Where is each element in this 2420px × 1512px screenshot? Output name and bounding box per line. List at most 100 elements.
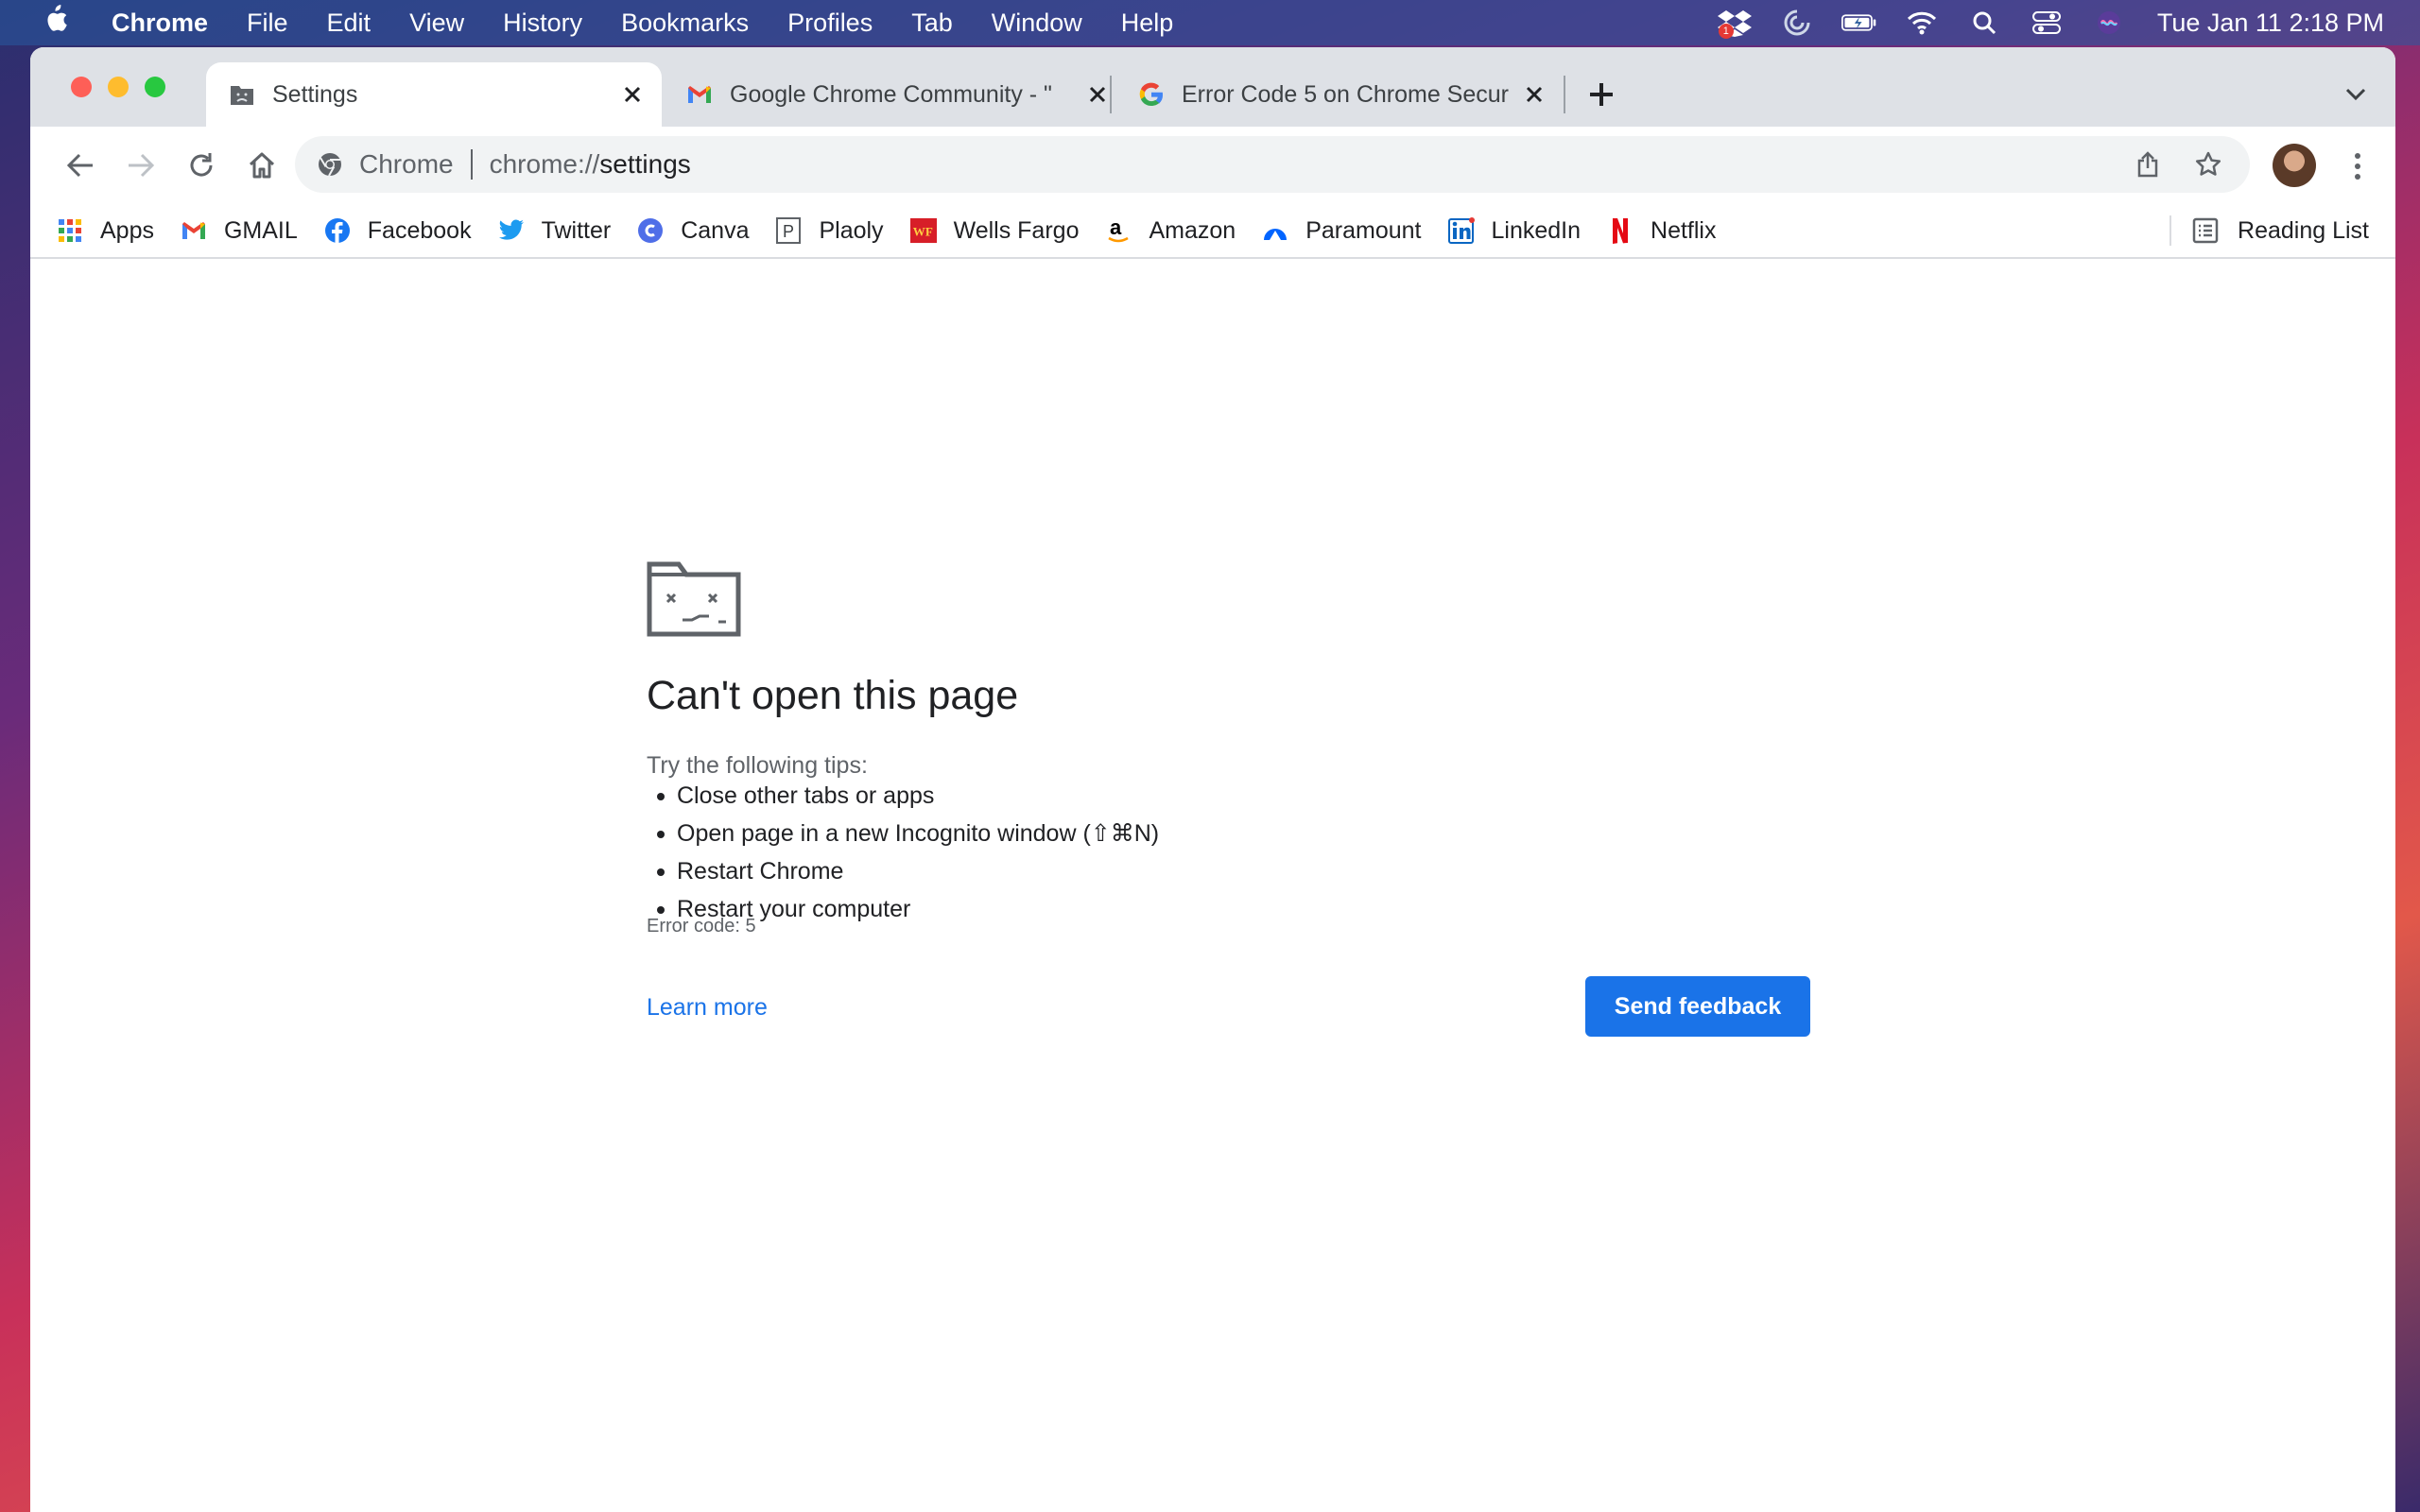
- paramount-icon: [1262, 217, 1288, 244]
- settings-page-icon: [229, 81, 255, 108]
- bookmark-label: Paramount: [1305, 216, 1422, 244]
- siri-icon[interactable]: [2091, 9, 2127, 37]
- gmail-icon: [686, 81, 713, 108]
- reload-button[interactable]: [178, 142, 225, 189]
- window-maximize-button[interactable]: [145, 77, 165, 97]
- spotlight-search-icon[interactable]: [1966, 9, 2002, 37]
- error-title: Can't open this page: [647, 673, 1019, 718]
- bookmark-linkedin[interactable]: LinkedIn: [1447, 216, 1582, 245]
- bookmark-plaoly[interactable]: P Plaoly: [775, 216, 884, 245]
- omnibox-divider: [470, 149, 473, 180]
- battery-icon[interactable]: [1841, 9, 1877, 37]
- page-content: Can't open this page Try the following t…: [30, 259, 2395, 1512]
- tab-close-icon[interactable]: [1518, 78, 1550, 111]
- plaoly-icon: P: [775, 217, 802, 244]
- svg-text:a: a: [1110, 217, 1122, 239]
- tab-title: Error Code 5 on Chrome Secur: [1182, 80, 1509, 108]
- svg-text:WF: WF: [912, 225, 932, 239]
- bookmark-label: LinkedIn: [1491, 216, 1582, 244]
- menu-view[interactable]: View: [409, 9, 464, 38]
- new-tab-button[interactable]: [1577, 70, 1626, 119]
- tab-title: Google Chrome Community - ": [730, 80, 1052, 108]
- tab-separator: [1110, 76, 1112, 113]
- menu-profiles[interactable]: Profiles: [787, 9, 873, 38]
- bookmark-label: Amazon: [1149, 216, 1236, 244]
- menu-bar-clock[interactable]: Tue Jan 11 2:18 PM: [2157, 9, 2384, 38]
- menu-file[interactable]: File: [247, 9, 288, 38]
- reading-list-icon: [2192, 217, 2219, 244]
- home-button[interactable]: [238, 142, 285, 189]
- share-icon[interactable]: [2127, 144, 2169, 185]
- bookmarks-separator: [2169, 215, 2172, 246]
- control-center-icon[interactable]: [2029, 9, 2065, 37]
- bookmark-label: GMAIL: [223, 216, 298, 244]
- menu-bookmarks[interactable]: Bookmarks: [621, 9, 749, 38]
- google-icon: [1138, 81, 1165, 108]
- more-options-icon[interactable]: [2339, 146, 2377, 187]
- canva-icon: [637, 217, 664, 244]
- bookmark-gmail[interactable]: GMAIL: [181, 217, 298, 245]
- twitter-icon: [498, 217, 525, 244]
- menu-chrome[interactable]: Chrome: [112, 9, 208, 38]
- bookmark-amazon[interactable]: a Amazon: [1105, 217, 1236, 245]
- bookmark-label: Wells Fargo: [953, 216, 1080, 244]
- sync-status-icon[interactable]: [1779, 9, 1815, 37]
- menu-history[interactable]: History: [503, 9, 582, 38]
- tab-google-chrome-community[interactable]: Google Chrome Community - ": [664, 62, 1127, 127]
- bookmark-paramount[interactable]: Paramount: [1262, 216, 1422, 245]
- bookmark-apps[interactable]: Apps: [57, 217, 154, 245]
- send-feedback-button[interactable]: Send feedback: [1585, 976, 1810, 1037]
- bookmark-netflix[interactable]: Netflix: [1607, 217, 1717, 245]
- bookmark-label: Apps: [100, 216, 154, 244]
- window-close-button[interactable]: [71, 77, 92, 97]
- dropbox-badge: 1: [1718, 24, 1734, 39]
- bookmark-label: Facebook: [367, 216, 472, 244]
- forward-button[interactable]: [117, 142, 164, 189]
- tab-close-icon[interactable]: [616, 78, 648, 111]
- wifi-icon[interactable]: [1904, 9, 1940, 37]
- wells-fargo-icon: WF: [909, 217, 937, 244]
- bookmark-canva[interactable]: Canva: [637, 217, 749, 245]
- bookmark-wells-fargo[interactable]: WF Wells Fargo: [909, 216, 1080, 245]
- menu-help[interactable]: Help: [1121, 9, 1174, 38]
- back-button[interactable]: [57, 142, 104, 189]
- amazon-icon: a: [1105, 217, 1132, 244]
- learn-more-link[interactable]: Learn more: [647, 994, 768, 1022]
- sad-folder-icon: [647, 561, 741, 637]
- linkedin-icon: [1447, 217, 1475, 244]
- svg-text:P: P: [783, 222, 794, 241]
- menu-edit[interactable]: Edit: [327, 9, 372, 38]
- tip-item: Restart Chrome: [656, 852, 1159, 890]
- window-minimize-button[interactable]: [108, 77, 129, 97]
- facebook-icon: [324, 217, 351, 244]
- chrome-window: Settings Google Chrome Community - " Err…: [30, 47, 2395, 1512]
- reading-list-button[interactable]: Reading List: [2169, 204, 2369, 257]
- tab-settings[interactable]: Settings: [206, 62, 662, 127]
- apple-menu-icon[interactable]: [38, 4, 72, 42]
- bookmark-label: Twitter: [541, 216, 612, 244]
- tab-close-icon[interactable]: [1081, 78, 1114, 111]
- bookmark-label: Plaoly: [819, 216, 884, 244]
- tip-item: Close other tabs or apps: [656, 777, 1159, 815]
- browser-toolbar: Chrome chrome://settings: [30, 127, 2395, 204]
- menu-window[interactable]: Window: [992, 9, 1082, 38]
- netflix-icon: [1607, 217, 1634, 244]
- error-code: Error code: 5: [647, 916, 756, 936]
- menu-tab[interactable]: Tab: [911, 9, 953, 38]
- bookmark-facebook[interactable]: Facebook: [324, 217, 472, 245]
- bookmark-twitter[interactable]: Twitter: [498, 216, 612, 245]
- tips-list: Close other tabs or apps Open page in a …: [647, 777, 1159, 928]
- bookmark-star-icon[interactable]: [2187, 144, 2229, 185]
- chrome-page-icon: [319, 153, 341, 177]
- gmail-icon: [181, 217, 207, 244]
- tab-error-code-5[interactable]: Error Code 5 on Chrome Secur: [1115, 62, 1564, 127]
- site-chip-label: Chrome: [359, 149, 454, 179]
- profile-avatar[interactable]: [2273, 144, 2316, 187]
- address-bar[interactable]: Chrome chrome://settings: [295, 136, 2250, 193]
- tab-search-chevron-down-icon[interactable]: [2333, 72, 2378, 117]
- tab-title: Settings: [272, 80, 358, 108]
- macos-menu-bar: Chrome File Edit View History Bookmarks …: [0, 0, 2420, 45]
- dropbox-icon[interactable]: 1: [1717, 9, 1753, 39]
- reading-list-label: Reading List: [2238, 216, 2369, 244]
- tab-separator: [1564, 76, 1565, 113]
